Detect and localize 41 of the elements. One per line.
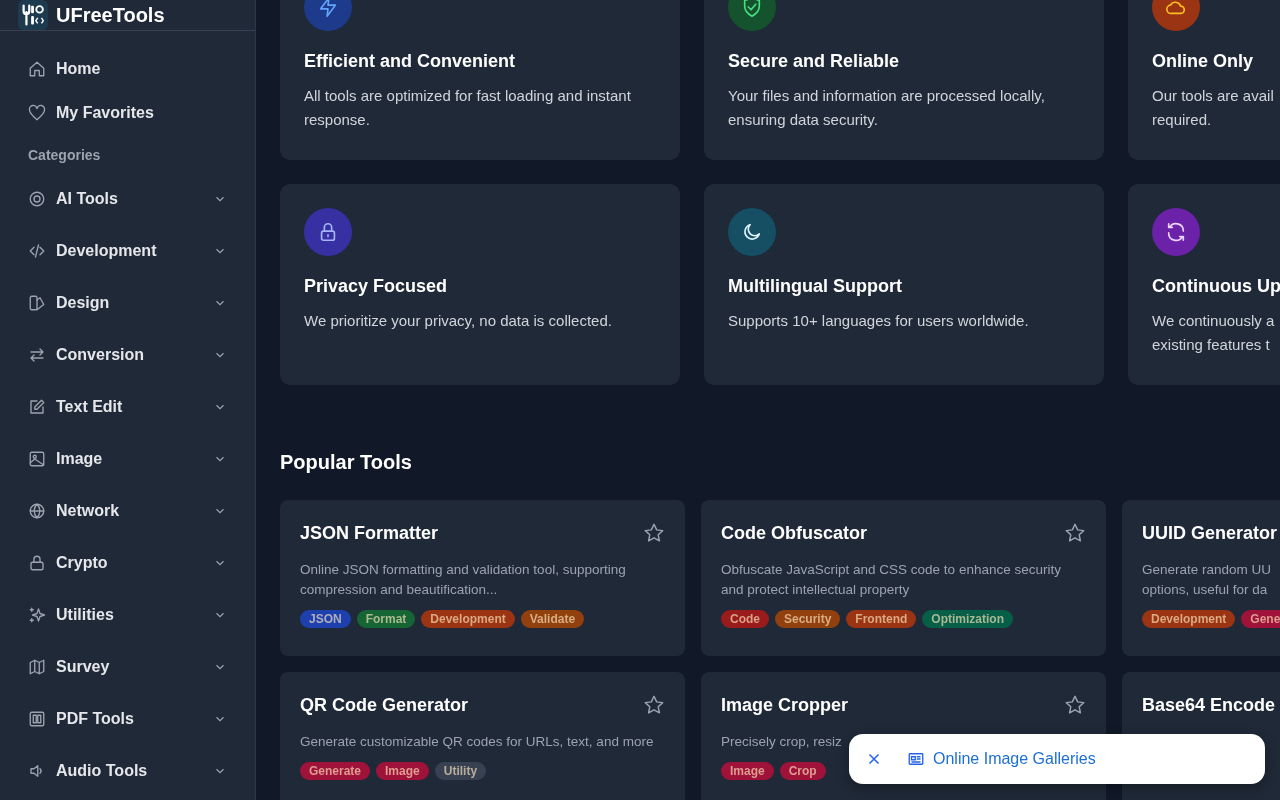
tag: Format — [356, 610, 416, 628]
feature-description: We continuously a existing features t — [1152, 311, 1276, 355]
tool-title: Base64 Encode — [1142, 694, 1276, 716]
tool-description: Obfuscate JavaScript and CSS code to enhance security and protect intellectual property — [721, 561, 1062, 599]
feature-title: Privacy Focused — [304, 276, 449, 297]
tag: Gene — [1241, 610, 1280, 628]
tag: Development — [1142, 610, 1236, 628]
tag: Code — [721, 610, 769, 628]
tag: Optimization — [922, 610, 1014, 628]
feature-title: Efficient and Convenient — [304, 51, 517, 72]
feature-description: We prioritize your privacy, no data is collected. — [304, 311, 613, 331]
tool-description: Generate random UU options, useful for da — [1142, 561, 1273, 599]
tool-title: Code Obfuscator — [721, 522, 867, 544]
tool-title: QR Code Generator — [300, 694, 469, 716]
tag: Crop — [779, 762, 826, 780]
tag: JSON — [300, 610, 351, 628]
tool-title: Image Cropper — [721, 694, 849, 716]
tag: Utility — [434, 762, 487, 780]
brand-name: UFreeTools — [56, 3, 165, 27]
tag: Security — [775, 610, 841, 628]
section-heading: Popular Tools — [280, 451, 413, 474]
tag: Validate — [520, 610, 585, 628]
tag: Development — [421, 610, 515, 628]
tool-description: Generate customizable QR codes for URLs, text, and more — [300, 733, 655, 751]
tag: Frontend — [846, 610, 917, 628]
tool-title: JSON Formatter — [300, 522, 439, 544]
feature-title: Secure and Reliable — [728, 51, 901, 72]
tool-title: UUID Generator — [1142, 522, 1278, 544]
tool-description: Online JSON formatting and validation tool, supporting compression and beautification... — [300, 561, 627, 599]
feature-description: Our tools are avail required. — [1152, 86, 1275, 130]
tag: Image — [721, 762, 774, 780]
feature-description: All tools are optimized for fast loading and instant response. — [304, 86, 632, 130]
tag: Image — [376, 762, 429, 780]
feature-title: Online Only — [1152, 51, 1254, 72]
feature-description: Supports 10+ languages for users worldwide. — [728, 311, 1030, 331]
section-heading: Categories — [27, 146, 102, 165]
tool-description: Precisely crop, resiz — [721, 733, 843, 751]
tag: Generate — [300, 762, 371, 780]
feature-title: Multilingual Support — [728, 276, 903, 297]
feature-title: Continuous Up — [1152, 276, 1280, 297]
feature-description: Your files and information are processed locally, ensuring data security. — [728, 86, 1046, 130]
